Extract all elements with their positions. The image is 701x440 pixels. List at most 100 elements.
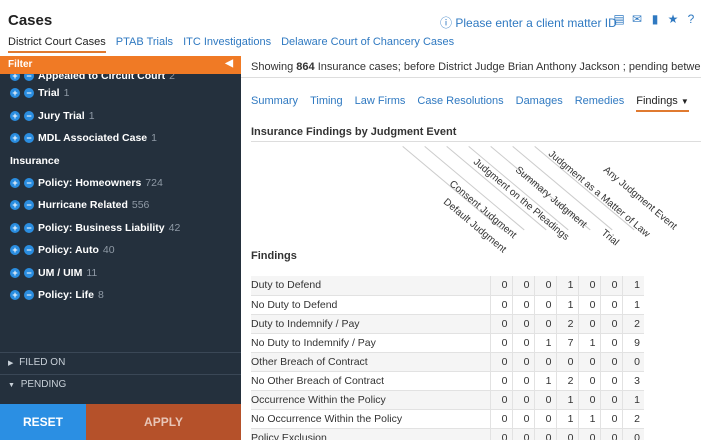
- finding-count[interactable]: 0: [599, 333, 622, 353]
- finding-count[interactable]: 0: [555, 352, 578, 372]
- finding-count[interactable]: 0: [577, 352, 600, 372]
- filter-item[interactable]: + − Jury Trial 1: [0, 105, 241, 128]
- finding-count[interactable]: 0: [489, 276, 512, 296]
- tab-remedies[interactable]: Remedies: [575, 95, 625, 112]
- filter-item[interactable]: + − Policy: Homeowners 724: [0, 172, 241, 195]
- finding-count[interactable]: 0: [533, 390, 556, 410]
- finding-count[interactable]: 0: [533, 352, 556, 372]
- finding-count[interactable]: 0: [511, 371, 534, 391]
- filter-item[interactable]: + − Appealed to Circuit Court 2: [0, 74, 241, 82]
- filed-on-section[interactable]: ▶ FILED ON: [0, 352, 241, 372]
- chart-icon[interactable]: ▤: [613, 13, 625, 25]
- tab-damages[interactable]: Damages: [516, 95, 563, 112]
- minus-circle-icon[interactable]: −: [24, 88, 34, 99]
- finding-count[interactable]: 0: [533, 295, 556, 315]
- plus-circle-icon[interactable]: +: [10, 290, 20, 301]
- finding-count[interactable]: 0: [599, 295, 622, 315]
- finding-count[interactable]: 0: [489, 390, 512, 410]
- filter-bar[interactable]: Filter ◀: [0, 56, 241, 74]
- pending-section[interactable]: ▼ PENDING: [0, 374, 241, 394]
- finding-count[interactable]: 0: [577, 295, 600, 315]
- finding-count[interactable]: 1: [555, 276, 578, 296]
- plus-circle-icon[interactable]: +: [10, 133, 20, 144]
- finding-count[interactable]: 1: [533, 371, 556, 391]
- finding-count[interactable]: 0: [621, 352, 644, 372]
- plus-circle-icon[interactable]: +: [10, 74, 20, 81]
- plus-circle-icon[interactable]: +: [10, 88, 20, 99]
- finding-count[interactable]: 0: [533, 409, 556, 429]
- minus-circle-icon[interactable]: −: [24, 110, 34, 121]
- finding-count[interactable]: 1: [533, 333, 556, 353]
- finding-count[interactable]: 0: [511, 409, 534, 429]
- collapse-caret-icon[interactable]: ◀: [225, 58, 233, 69]
- minus-circle-icon[interactable]: −: [24, 177, 34, 188]
- finding-count[interactable]: 0: [511, 276, 534, 296]
- minus-circle-icon[interactable]: −: [24, 267, 34, 278]
- tab-law-firms[interactable]: Law Firms: [355, 95, 406, 112]
- minus-circle-icon[interactable]: −: [24, 222, 34, 233]
- finding-count[interactable]: 0: [599, 371, 622, 391]
- help-icon[interactable]: ?: [685, 13, 697, 25]
- plus-circle-icon[interactable]: +: [10, 110, 20, 121]
- finding-count[interactable]: 1: [621, 295, 644, 315]
- tab-findings[interactable]: Findings ▼: [636, 95, 689, 112]
- filter-item[interactable]: + − UM / UIM 11: [0, 262, 241, 285]
- finding-count[interactable]: 3: [621, 371, 644, 391]
- finding-count[interactable]: 0: [489, 333, 512, 353]
- finding-count[interactable]: 2: [555, 371, 578, 391]
- tab-case-resolutions[interactable]: Case Resolutions: [417, 95, 503, 112]
- plus-circle-icon[interactable]: +: [10, 245, 20, 256]
- finding-count[interactable]: 1: [577, 333, 600, 353]
- minus-circle-icon[interactable]: −: [24, 74, 34, 81]
- plus-circle-icon[interactable]: +: [10, 267, 20, 278]
- finding-count[interactable]: 0: [511, 390, 534, 410]
- finding-count[interactable]: 0: [511, 314, 534, 334]
- finding-count[interactable]: 0: [489, 428, 512, 440]
- filter-item[interactable]: + − Policy: Business Liability 42: [0, 217, 241, 240]
- finding-count[interactable]: 0: [599, 409, 622, 429]
- finding-count[interactable]: 0: [533, 428, 556, 440]
- finding-count[interactable]: 0: [489, 352, 512, 372]
- finding-count[interactable]: 0: [511, 333, 534, 353]
- finding-count[interactable]: 1: [577, 409, 600, 429]
- finding-count[interactable]: 0: [599, 352, 622, 372]
- minus-circle-icon[interactable]: −: [24, 133, 34, 144]
- finding-count[interactable]: 0: [577, 276, 600, 296]
- nav-district-court-cases[interactable]: District Court Cases: [8, 36, 106, 53]
- finding-count[interactable]: 0: [599, 276, 622, 296]
- nav-delaware-chancery-cases[interactable]: Delaware Court of Chancery Cases: [281, 36, 454, 53]
- star-icon[interactable]: ★: [667, 13, 679, 25]
- nav-ptab-trials[interactable]: PTAB Trials: [116, 36, 173, 53]
- finding-count[interactable]: 0: [511, 428, 534, 440]
- minus-circle-icon[interactable]: −: [24, 200, 34, 211]
- finding-count[interactable]: 0: [489, 314, 512, 334]
- finding-count[interactable]: 0: [599, 390, 622, 410]
- apply-button[interactable]: APPLY: [86, 404, 241, 440]
- finding-count[interactable]: 0: [577, 390, 600, 410]
- finding-count[interactable]: 1: [555, 295, 578, 315]
- finding-count[interactable]: 2: [621, 314, 644, 334]
- finding-count[interactable]: 0: [577, 428, 600, 440]
- filter-item[interactable]: + − Policy: Auto 40: [0, 239, 241, 262]
- finding-count[interactable]: 0: [577, 314, 600, 334]
- finding-count[interactable]: 0: [533, 314, 556, 334]
- finding-count[interactable]: 0: [599, 314, 622, 334]
- finding-count[interactable]: 1: [555, 390, 578, 410]
- finding-count[interactable]: 0: [599, 428, 622, 440]
- filter-item[interactable]: + − Trial 1: [0, 82, 241, 105]
- tab-timing[interactable]: Timing: [310, 95, 343, 112]
- finding-count[interactable]: 2: [555, 314, 578, 334]
- finding-count[interactable]: 9: [621, 333, 644, 353]
- filter-item[interactable]: + − MDL Associated Case 1: [0, 127, 241, 150]
- nav-itc-investigations[interactable]: ITC Investigations: [183, 36, 271, 53]
- mail-icon[interactable]: ✉: [631, 13, 643, 25]
- plus-circle-icon[interactable]: +: [10, 177, 20, 188]
- filter-item[interactable]: + − Hurricane Related 556: [0, 194, 241, 217]
- minus-circle-icon[interactable]: −: [24, 290, 34, 301]
- finding-count[interactable]: 0: [621, 428, 644, 440]
- plus-circle-icon[interactable]: +: [10, 222, 20, 233]
- finding-count[interactable]: 2: [621, 409, 644, 429]
- reset-button[interactable]: RESET: [0, 404, 86, 440]
- filter-item[interactable]: + − Policy: Life 8: [0, 284, 241, 307]
- client-matter-warning[interactable]: ⓘ Please enter a client matter ID: [440, 14, 617, 31]
